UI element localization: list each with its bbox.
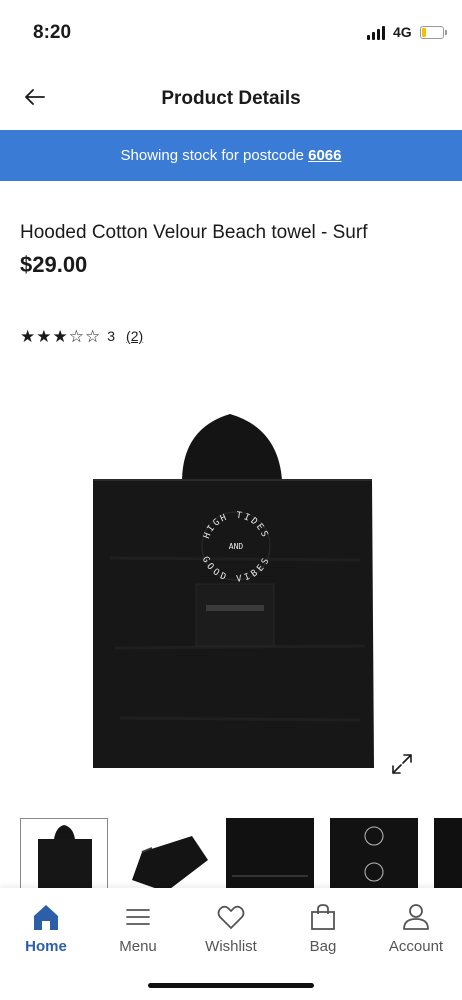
thumbnail-strip (20, 818, 462, 892)
banner-text: Showing stock for postcode (120, 147, 309, 164)
expand-icon (392, 754, 412, 774)
nav-wishlist-label: Wishlist (205, 938, 257, 955)
thumbnail-4[interactable] (330, 818, 418, 892)
thumbnail-2[interactable] (122, 818, 210, 892)
star-filled-icon: ★ (20, 326, 36, 346)
status-bar: 8:20 4G (0, 0, 462, 66)
nav-bag-label: Bag (309, 938, 337, 955)
network-type: 4G (393, 24, 412, 40)
thumbnail-3[interactable] (226, 818, 314, 892)
star-filled-icon: ★ (36, 326, 52, 346)
print-text-middle: AND (229, 542, 244, 551)
product-rating: ★ ★ ★ ☆ ☆ 3 (2) (20, 326, 143, 346)
heart-icon (217, 905, 245, 929)
page-title: Product Details (161, 88, 301, 109)
nav-menu-label: Menu (119, 938, 157, 955)
postcode-banner: Showing stock for postcode 6066 (0, 130, 462, 181)
product-price: $29.00 (20, 252, 88, 277)
nav-home[interactable]: Home (0, 902, 92, 955)
nav-bag[interactable]: Bag (277, 902, 369, 955)
menu-icon (126, 909, 150, 925)
star-empty-icon: ☆ (68, 326, 84, 346)
product-name: Hooded Cotton Velour Beach towel - Surf (20, 222, 368, 243)
home-indicator (148, 983, 314, 988)
home-icon (34, 905, 58, 930)
user-icon (403, 904, 429, 930)
nav-account[interactable]: Account (370, 902, 462, 955)
star-empty-icon: ☆ (85, 326, 101, 346)
postcode-link[interactable]: 6066 (308, 147, 341, 164)
review-count-link[interactable]: (2) (126, 328, 143, 344)
nav-menu[interactable]: Menu (92, 902, 184, 955)
nav-home-label: Home (25, 938, 67, 955)
nav-wishlist[interactable]: Wishlist (185, 902, 277, 955)
app-header: Product Details (0, 66, 462, 130)
rating-value: 3 (107, 328, 116, 344)
status-time: 8:20 (33, 22, 72, 43)
star-filled-icon: ★ (52, 326, 68, 346)
product-image[interactable]: HIGH TIDES AND GOOD VIBES (20, 398, 442, 790)
nav-account-label: Account (388, 938, 444, 955)
bag-icon (311, 904, 335, 930)
signal-icon (367, 26, 387, 40)
thumbnail-5[interactable] (434, 818, 462, 892)
battery-icon (420, 26, 447, 39)
expand-image-button[interactable] (390, 752, 414, 776)
thumbnail-1[interactable] (20, 818, 108, 892)
